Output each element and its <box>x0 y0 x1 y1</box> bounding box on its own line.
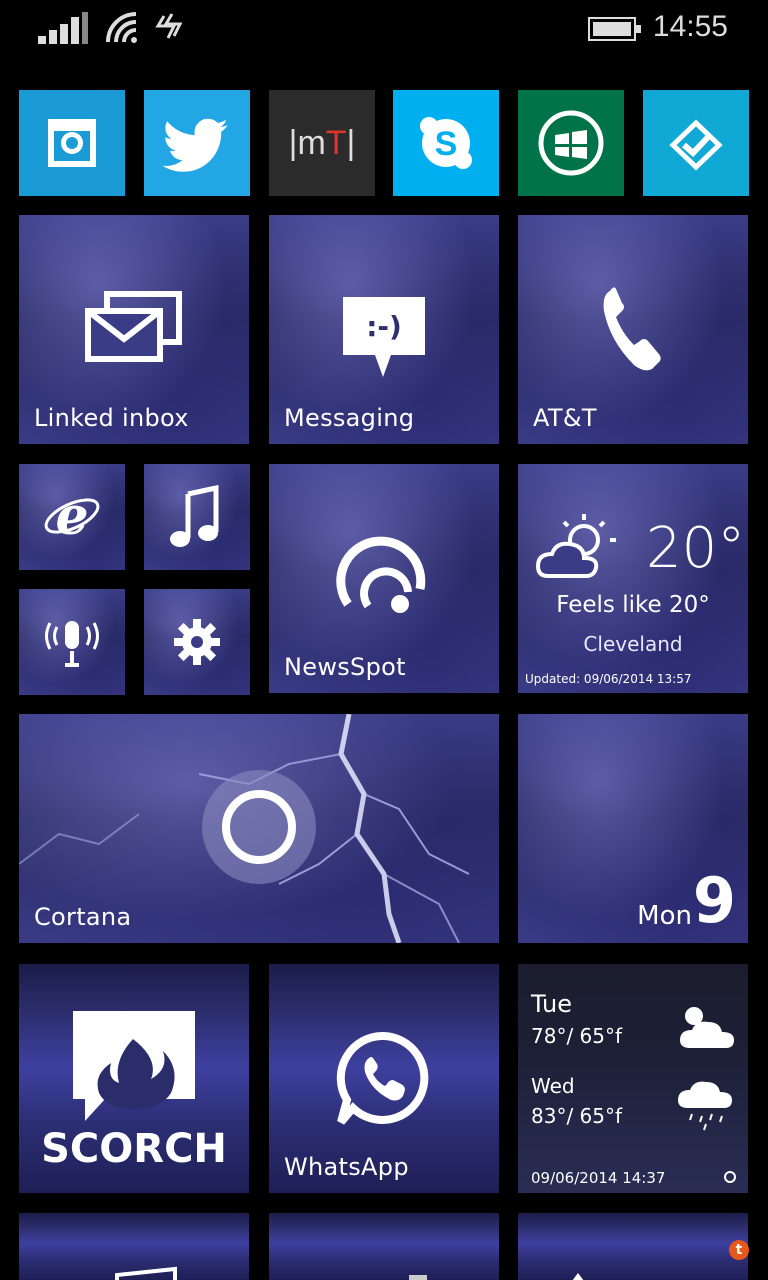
weather-tile[interactable]: 20° Feels like 20° Cleveland Updated: 09… <box>518 464 748 693</box>
att-label: AT&T <box>533 404 597 432</box>
weather-city: Cleveland <box>583 632 683 656</box>
data-connection-icon <box>155 13 183 39</box>
partial-tile-1-icon <box>115 1266 177 1280</box>
status-time: 14:55 <box>652 10 728 43</box>
store-icon <box>538 110 604 176</box>
status-bar: 14:55 <box>0 0 768 60</box>
forecast-day2: Wed <box>531 1074 575 1098</box>
store-tile[interactable] <box>518 90 624 196</box>
cortana-circle-icon <box>202 770 316 884</box>
forecast-day2-temps: 83°/ 65°f <box>531 1104 623 1128</box>
messaging-tile[interactable]: :-) Messaging <box>269 215 499 444</box>
whatsapp-tile[interactable]: WhatsApp <box>269 964 499 1193</box>
music-note-icon <box>170 484 219 547</box>
wifi-icon <box>106 12 137 43</box>
checkmark-icon <box>669 119 723 171</box>
calendar-tile[interactable]: Mon 9 <box>518 714 748 943</box>
phone-icon <box>603 287 661 371</box>
whatsapp-label: WhatsApp <box>284 1153 409 1181</box>
cortana-tile[interactable]: Cortana <box>19 714 499 943</box>
forecast-day1: Tue <box>531 990 572 1018</box>
partial-tile-1[interactable] <box>19 1213 249 1280</box>
weather-temperature: 20° <box>646 516 746 581</box>
partial-tile-3[interactable] <box>518 1213 748 1280</box>
newsspot-icon <box>336 536 426 613</box>
music-tile[interactable] <box>144 464 250 570</box>
battery-icon <box>588 17 641 41</box>
cortana-label: Cortana <box>34 903 132 931</box>
linked-inbox-icon <box>85 291 182 362</box>
microphone-icon <box>45 621 99 667</box>
twitter-bird-icon <box>162 118 228 172</box>
twitter-tile[interactable] <box>144 90 250 196</box>
signal-strength-icon <box>38 12 88 44</box>
svg-text:e: e <box>55 486 88 547</box>
skype-tile[interactable]: S <box>393 90 499 196</box>
linked-inbox-label: Linked inbox <box>34 404 189 432</box>
gear-icon <box>174 619 220 665</box>
partial-tile-2-icon <box>409 1275 427 1280</box>
internet-explorer-icon: e <box>44 486 100 547</box>
notification-badge[interactable]: t <box>729 1240 749 1260</box>
mt-logo: |mT| <box>288 123 356 162</box>
weather-updated: Updated: 09/06/2014 13:57 <box>525 672 692 686</box>
skype-icon: S <box>420 117 472 169</box>
att-tile[interactable]: AT&T <box>518 215 748 444</box>
mt-tile[interactable]: |mT| <box>269 90 375 196</box>
scorch-tile[interactable]: SCORCH <box>19 964 249 1193</box>
linked-inbox-tile[interactable]: Linked inbox <box>19 215 249 444</box>
radio-indicator-icon <box>724 1171 736 1183</box>
messaging-label: Messaging <box>284 404 415 432</box>
newsspot-tile[interactable]: NewsSpot <box>269 464 499 693</box>
messaging-emoticon: :-) <box>366 310 402 343</box>
voice-tile[interactable] <box>19 589 125 695</box>
forecast-timestamp: 09/06/2014 14:37 <box>531 1169 666 1187</box>
svg-text:S: S <box>435 125 458 163</box>
forecast-day1-temps: 78°/ 65°f <box>531 1024 623 1048</box>
partial-tile-2[interactable] <box>269 1213 499 1280</box>
partly-cloudy-icon <box>680 1007 734 1048</box>
settings-tile[interactable] <box>144 589 250 695</box>
camera-icon <box>48 119 96 167</box>
scorch-label: SCORCH <box>41 1126 227 1172</box>
internet-explorer-tile[interactable]: e <box>19 464 125 570</box>
calendar-date: 9 <box>692 864 736 937</box>
partial-tile-3-icon <box>572 1273 584 1280</box>
newsspot-label: NewsSpot <box>284 653 406 681</box>
weather-feels-like: Feels like 20° <box>556 592 710 618</box>
calendar-day: Mon <box>637 901 692 931</box>
whatsapp-icon <box>336 1031 429 1125</box>
partly-sunny-icon <box>536 514 616 578</box>
scorch-flame-icon <box>73 1011 195 1121</box>
rain-cloud-icon <box>678 1081 732 1131</box>
tasks-tile[interactable] <box>643 90 749 196</box>
forecast-tile[interactable]: Tue 78°/ 65°f Wed 83°/ 65°f 09/06/2014 1… <box>518 964 748 1193</box>
camera-tile[interactable] <box>19 90 125 196</box>
